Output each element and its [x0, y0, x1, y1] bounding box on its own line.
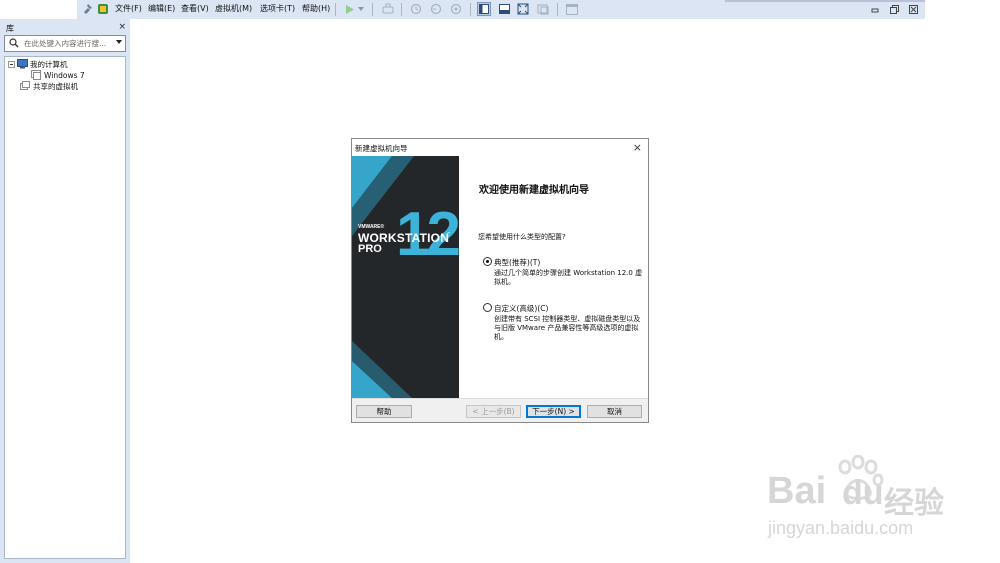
thumbnail-view-icon[interactable]	[497, 2, 511, 16]
dialog-footer: 帮助 < 上一步(B) 下一步(N) > 取消	[352, 398, 648, 422]
watermark-brand-du: du	[842, 474, 884, 512]
toolbar: 文件(F) 编辑(E) 查看(V) 虚拟机(M) 选项卡(T) 帮助(H)	[0, 0, 925, 19]
menu-edit[interactable]: 编辑(E)	[148, 3, 175, 14]
snapshot-manager-icon[interactable]	[449, 2, 463, 16]
vm-icon	[31, 69, 41, 82]
toolbar-separator	[470, 3, 471, 16]
custom-radio[interactable]	[483, 303, 492, 312]
watermark-jingyan: 经验	[884, 486, 944, 521]
watermark-url: jingyan.baidu.com	[768, 518, 914, 538]
unity-icon[interactable]	[536, 2, 550, 16]
vm-app-icon[interactable]	[96, 2, 110, 16]
tree-label: 我的计算机	[30, 60, 68, 69]
snapshot-icon[interactable]	[409, 2, 423, 16]
pin-icon[interactable]	[80, 2, 94, 16]
shared-vm-icon	[20, 80, 30, 93]
library-search[interactable]	[4, 35, 126, 52]
library-title: 库	[6, 24, 14, 33]
tree-item-shared-vms[interactable]: 共享的虚拟机	[20, 80, 78, 93]
collapse-icon[interactable]	[8, 61, 15, 68]
custom-label[interactable]: 自定义(高级)(C)	[494, 303, 548, 314]
toolbar-separator	[557, 3, 558, 16]
wizard-content: 欢迎使用新建虚拟机向导 您希望使用什么类型的配置? 典型(推荐)(T) 通过几个…	[459, 156, 648, 398]
new-vm-wizard-dialog: 新建虚拟机向导 × 12 VMWARE® WORKSTATION ™ PRO 欢…	[351, 138, 649, 423]
close-icon[interactable]	[907, 3, 920, 15]
menu-help[interactable]: 帮助(H)	[302, 3, 330, 14]
custom-description: 创建带有 SCSI 控制器类型、虚拟磁盘类型以及与旧版 VMware 产品兼容性…	[494, 315, 641, 341]
restore-icon[interactable]	[888, 3, 901, 15]
tree-item-windows7[interactable]: Windows 7	[31, 69, 85, 82]
typical-description: 通过几个简单的步骤创建 Workstation 12.0 虚拟机。	[494, 269, 643, 286]
next-button[interactable]: 下一步(N) >	[526, 405, 581, 418]
dropdown-icon[interactable]	[357, 2, 365, 16]
watermark-brand: Bai	[767, 470, 827, 512]
revert-snapshot-icon[interactable]	[429, 2, 443, 16]
banner-brand: VMWARE®	[358, 224, 385, 230]
dialog-title: 新建虚拟机向导	[355, 144, 408, 153]
sidebar-view-icon[interactable]	[477, 2, 491, 16]
dialog-close-icon[interactable]: ×	[633, 141, 642, 154]
tree-item-my-computer[interactable]: 我的计算机	[8, 58, 68, 71]
config-question: 您希望使用什么类型的配置?	[478, 233, 566, 241]
workstation-banner: 12 VMWARE® WORKSTATION ™ PRO	[352, 156, 459, 398]
wizard-heading: 欢迎使用新建虚拟机向导	[479, 185, 589, 196]
cancel-button[interactable]: 取消	[587, 405, 642, 418]
help-button[interactable]: 帮助	[356, 405, 412, 418]
back-button[interactable]: < 上一步(B)	[466, 405, 521, 418]
library-tree: 我的计算机 Windows 7 共享的虚拟机	[4, 56, 126, 559]
library-pane: 库 × 我的计算机 Windows 7	[0, 19, 130, 563]
typical-radio[interactable]	[483, 257, 492, 266]
banner-art	[352, 156, 414, 398]
banner-edition: PRO	[358, 243, 382, 255]
dialog-titlebar[interactable]: 新建虚拟机向导 ×	[352, 139, 648, 156]
library-close-icon[interactable]: ×	[118, 22, 126, 32]
search-dropdown-icon[interactable]	[116, 40, 122, 44]
toolbar-separator	[372, 3, 373, 16]
menu-vm[interactable]: 虚拟机(M)	[215, 3, 252, 14]
tree-label: Windows 7	[44, 71, 85, 80]
toolbar-separator	[335, 3, 336, 16]
play-icon[interactable]	[342, 2, 356, 16]
search-input[interactable]	[24, 38, 112, 49]
fullscreen-icon[interactable]	[516, 2, 530, 16]
menu-view[interactable]: 查看(V)	[181, 3, 209, 14]
send-keys-icon[interactable]	[381, 2, 395, 16]
banner-tm: ™	[447, 231, 451, 236]
console-view-icon[interactable]	[565, 2, 579, 16]
typical-label[interactable]: 典型(推荐)(T)	[494, 257, 540, 268]
tree-label: 共享的虚拟机	[33, 82, 78, 91]
menu-file[interactable]: 文件(F)	[115, 3, 142, 14]
toolbar-separator	[401, 3, 402, 16]
search-icon	[9, 38, 19, 50]
computer-icon	[17, 58, 28, 71]
minimize-icon[interactable]	[868, 3, 881, 15]
menu-tabs[interactable]: 选项卡(T)	[260, 3, 295, 14]
library-header: 库 ×	[4, 22, 126, 34]
